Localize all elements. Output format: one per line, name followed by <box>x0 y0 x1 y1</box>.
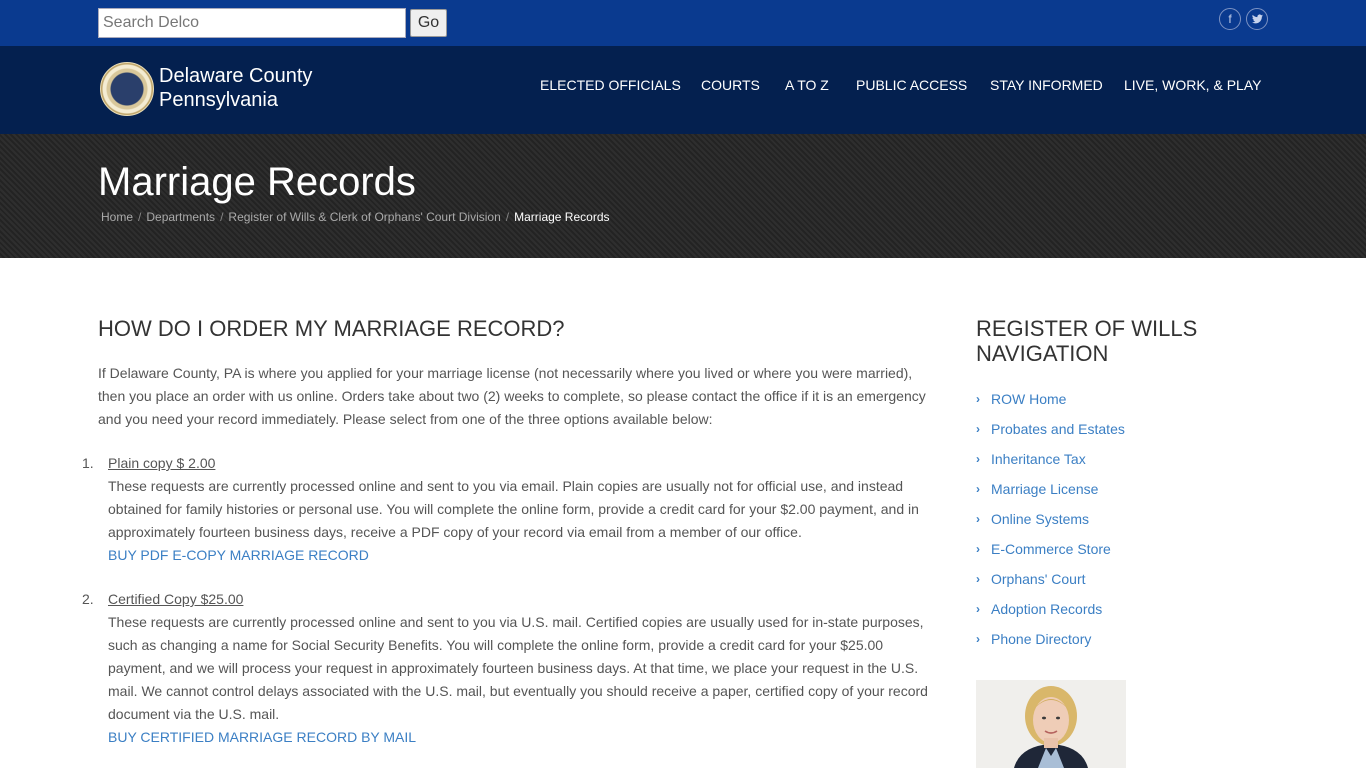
site-brand[interactable]: Delaware County Pennsylvania <box>159 64 312 112</box>
sidebar-item-phone-directory[interactable]: › Phone Directory <box>976 630 1266 660</box>
order-options-list: 1. Plain copy $ 2.00 These requests are … <box>82 452 933 749</box>
sidebar-item-label: Probates and Estates <box>991 421 1125 437</box>
option-description: These requests are currently processed o… <box>108 614 928 722</box>
order-option: 2. Certified Copy $25.00 These requests … <box>82 588 933 749</box>
sidebar-item-label: E-Commerce Store <box>991 541 1111 557</box>
option-number: 1. <box>82 455 94 471</box>
breadcrumb-separator: / <box>138 210 142 224</box>
sidebar-item-online-systems[interactable]: › Online Systems <box>976 510 1266 540</box>
section-heading: HOW DO I ORDER MY MARRIAGE RECORD? <box>98 316 565 341</box>
sidebar-item-inheritance-tax[interactable]: › Inheritance Tax <box>976 450 1266 480</box>
option-title-plain-copy[interactable]: Plain copy $ 2.00 <box>108 455 215 471</box>
option-title-certified-copy[interactable]: Certified Copy $25.00 <box>108 591 243 607</box>
chevron-right-icon: › <box>976 542 980 556</box>
breadcrumb-register-of-wills[interactable]: Register of Wills & Clerk of Orphans' Co… <box>228 210 500 224</box>
buy-pdf-ecopy-link[interactable]: BUY PDF E-COPY MARRIAGE RECORD <box>108 547 369 563</box>
intro-paragraph: If Delaware County, PA is where you appl… <box>98 365 926 427</box>
sidebar-item-label: Online Systems <box>991 511 1090 527</box>
breadcrumb-current: Marriage Records <box>514 210 610 224</box>
nav-stay-informed[interactable]: STAY INFORMED <box>990 77 1103 93</box>
order-option: 1. Plain copy $ 2.00 These requests are … <box>82 452 933 567</box>
sidebar: REGISTER OF WILLS NAVIGATION › ROW Home ›… <box>976 316 1266 660</box>
nav-courts[interactable]: COURTS <box>701 77 760 93</box>
go-button[interactable]: Go <box>410 9 447 37</box>
sidebar-item-label: Marriage License <box>991 481 1099 497</box>
facebook-icon[interactable]: f <box>1219 8 1241 30</box>
nav-public-access[interactable]: PUBLIC ACCESS <box>856 77 967 93</box>
chevron-right-icon: › <box>976 512 980 526</box>
breadcrumb-separator: / <box>505 210 510 224</box>
sidebar-item-label: Orphans' Court <box>991 571 1086 587</box>
chevron-right-icon: › <box>976 452 980 466</box>
breadcrumb-departments[interactable]: Departments <box>146 210 215 224</box>
twitter-icon[interactable] <box>1246 8 1268 30</box>
sidebar-item-marriage-license[interactable]: › Marriage License <box>976 480 1266 510</box>
nav-a-to-z[interactable]: A TO Z <box>785 77 829 93</box>
chevron-right-icon: › <box>976 632 980 646</box>
search-input[interactable] <box>98 8 406 38</box>
sidebar-item-label: ROW Home <box>991 391 1067 407</box>
page-hero: Marriage Records Home / Departments / Regist… <box>0 134 1366 258</box>
sidebar-item-label: Adoption Records <box>991 601 1103 617</box>
breadcrumb-home[interactable]: Home <box>101 210 133 224</box>
county-seal-logo[interactable] <box>100 62 154 116</box>
chevron-right-icon: › <box>976 602 980 616</box>
sidebar-item-label: Phone Directory <box>991 631 1092 647</box>
sidebar-item-ecommerce-store[interactable]: › E-Commerce Store <box>976 540 1266 570</box>
breadcrumb-separator: / <box>220 210 224 224</box>
official-portrait-photo <box>976 680 1126 768</box>
sidebar-item-row-home[interactable]: › ROW Home <box>976 390 1266 420</box>
sidebar-item-probates[interactable]: › Probates and Estates <box>976 420 1266 450</box>
top-bar: Go f <box>0 0 1366 46</box>
nav-elected-officials[interactable]: ELECTED OFFICIALS <box>540 77 681 93</box>
page-title: Marriage Records <box>98 160 416 204</box>
main-navbar: Delaware County Pennsylvania ELECTED OFF… <box>0 46 1366 134</box>
main-content: HOW DO I ORDER MY MARRIAGE RECORD? If De… <box>82 312 933 770</box>
sidebar-item-orphans-court[interactable]: › Orphans' Court <box>976 570 1266 600</box>
option-number: 2. <box>82 591 94 607</box>
chevron-right-icon: › <box>976 482 980 496</box>
sidebar-item-adoption-records[interactable]: › Adoption Records <box>976 600 1266 630</box>
brand-line-1: Delaware County <box>159 65 313 87</box>
sidebar-heading: REGISTER OF WILLS NAVIGATION <box>976 316 1198 366</box>
brand-line-2: Pennsylvania <box>159 89 278 111</box>
sidebar-nav: › ROW Home › Probates and Estates › Inherit… <box>976 390 1266 660</box>
buy-certified-by-mail-link[interactable]: BUY CERTIFIED MARRIAGE RECORD BY MAIL <box>108 729 416 745</box>
chevron-right-icon: › <box>976 392 980 406</box>
chevron-right-icon: › <box>976 422 980 436</box>
sidebar-item-label: Inheritance Tax <box>991 451 1086 467</box>
option-description: These requests are currently processed o… <box>108 478 919 540</box>
chevron-right-icon: › <box>976 572 980 586</box>
breadcrumb: Home / Departments / Register of Wills & Cle… <box>101 210 610 224</box>
nav-live-work-play[interactable]: LIVE, WORK, & PLAY <box>1124 77 1261 93</box>
